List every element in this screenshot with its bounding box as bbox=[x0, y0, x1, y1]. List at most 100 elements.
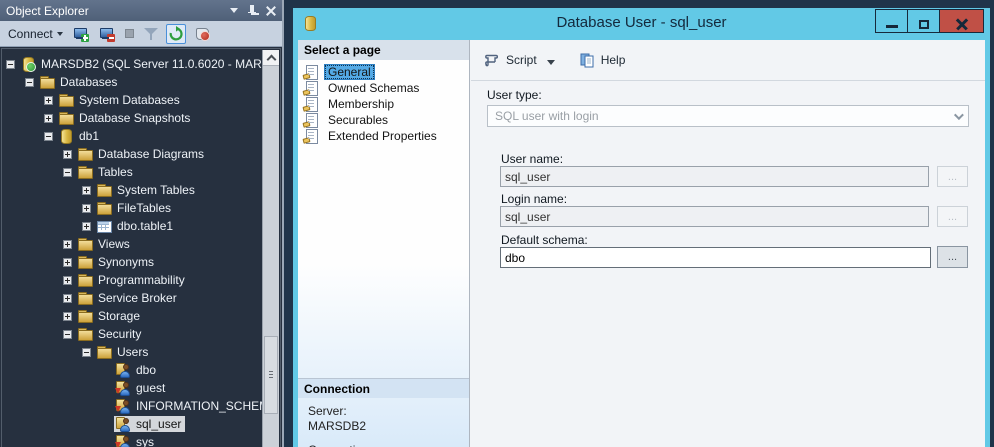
tree-item-label: Synonyms bbox=[98, 255, 154, 269]
tree-item[interactable]: Programmability bbox=[2, 271, 280, 289]
page-item[interactable]: Membership bbox=[298, 96, 469, 112]
maximize-button[interactable] bbox=[907, 9, 940, 33]
tree-item-icon bbox=[58, 93, 74, 107]
expander-icon[interactable] bbox=[63, 168, 72, 177]
page-item[interactable]: General bbox=[298, 64, 469, 80]
tree-item-icon bbox=[39, 75, 55, 89]
user-type-value: SQL user with login bbox=[495, 109, 599, 123]
tree-item-icon bbox=[20, 57, 36, 71]
expander-icon[interactable] bbox=[6, 60, 15, 69]
refresh-button[interactable] bbox=[166, 24, 186, 44]
tree-item[interactable]: Storage bbox=[2, 307, 280, 325]
scroll-up-icon[interactable] bbox=[263, 50, 279, 66]
tree-item[interactable]: System Tables bbox=[2, 181, 280, 199]
maximize-icon bbox=[919, 20, 929, 29]
expander-icon[interactable] bbox=[44, 132, 53, 141]
expander-icon[interactable] bbox=[44, 96, 53, 105]
tree-item[interactable]: guest bbox=[2, 379, 280, 397]
page-item[interactable]: Owned Schemas bbox=[298, 80, 469, 96]
expander-icon[interactable] bbox=[63, 150, 72, 159]
user-name-input[interactable] bbox=[500, 166, 929, 187]
tree-item-label: Storage bbox=[98, 309, 140, 323]
page-item[interactable]: Extended Properties bbox=[298, 128, 469, 144]
expander-icon[interactable] bbox=[63, 294, 72, 303]
connection-info: Server: MARSDB2 Connection: bbox=[308, 404, 372, 447]
script-button[interactable]: Script bbox=[479, 48, 541, 72]
expander-icon[interactable] bbox=[63, 312, 72, 321]
pin-icon[interactable] bbox=[247, 5, 257, 17]
tree-item[interactable]: Database Snapshots bbox=[2, 109, 280, 127]
tree-item[interactable]: Users bbox=[2, 343, 280, 361]
default-schema-input[interactable] bbox=[500, 247, 931, 268]
close-icon[interactable] bbox=[266, 6, 276, 16]
disconnect-server-button[interactable] bbox=[97, 23, 117, 45]
tree-item[interactable]: db1 bbox=[2, 127, 280, 145]
tree-item-icon bbox=[77, 255, 93, 269]
tree-item-icon bbox=[58, 129, 74, 143]
tree-item[interactable]: FileTables bbox=[2, 199, 280, 217]
object-explorer-tree: MARSDB2 (SQL Server 11.0.6020 - MARSD Da… bbox=[1, 48, 281, 447]
connect-button[interactable]: Connect bbox=[6, 23, 65, 45]
tree-item-icon bbox=[77, 237, 93, 251]
tree-item[interactable]: Database Diagrams bbox=[2, 145, 280, 163]
tree-item[interactable]: MARSDB2 (SQL Server 11.0.6020 - MARSD bbox=[2, 55, 280, 73]
tree-item[interactable]: Databases bbox=[2, 73, 280, 91]
expander-icon[interactable] bbox=[82, 204, 91, 213]
tree-item[interactable]: sys bbox=[2, 433, 280, 447]
connect-server-icon bbox=[73, 26, 89, 42]
tree-item[interactable]: System Databases bbox=[2, 91, 280, 109]
tree-item[interactable]: Synonyms bbox=[2, 253, 280, 271]
minimize-icon bbox=[886, 25, 898, 28]
login-name-browse-button[interactable]: ... bbox=[937, 206, 968, 227]
tree-item-label: db1 bbox=[79, 129, 99, 143]
help-button[interactable]: Help bbox=[575, 48, 630, 72]
tree-item-icon bbox=[77, 165, 93, 179]
close-button[interactable] bbox=[939, 9, 984, 33]
page-icon bbox=[303, 129, 319, 143]
tree-item[interactable]: sql_user bbox=[2, 415, 280, 433]
expander-icon[interactable] bbox=[63, 330, 72, 339]
tree-item[interactable]: Service Broker bbox=[2, 289, 280, 307]
tree-item[interactable]: dbo.table1 bbox=[2, 217, 280, 235]
script-error-button[interactable] bbox=[192, 23, 212, 45]
tree-item[interactable]: Security bbox=[2, 325, 280, 343]
tree-item-label: System Databases bbox=[79, 93, 180, 107]
default-schema-browse-button[interactable]: ... bbox=[937, 246, 968, 268]
script-dropdown-button[interactable] bbox=[541, 49, 561, 72]
object-explorer-title: Object Explorer bbox=[6, 4, 89, 18]
window-position-icon[interactable] bbox=[230, 8, 238, 13]
refresh-icon bbox=[168, 26, 184, 42]
user-type-combobox[interactable]: SQL user with login bbox=[487, 105, 969, 127]
login-name-input[interactable] bbox=[500, 206, 929, 227]
tree-item-label: Database Snapshots bbox=[79, 111, 190, 125]
expander-icon[interactable] bbox=[82, 186, 91, 195]
page-item[interactable]: Securables bbox=[298, 112, 469, 128]
dialog-content: Script Help User type: bbox=[471, 40, 985, 447]
minimize-button[interactable] bbox=[875, 9, 908, 33]
tree-item[interactable]: Views bbox=[2, 235, 280, 253]
disconnect-server-icon bbox=[99, 26, 115, 42]
tree-item-icon bbox=[96, 183, 112, 197]
stop-button[interactable] bbox=[123, 23, 136, 45]
expander-icon[interactable] bbox=[25, 78, 34, 87]
tree-item-label: INFORMATION_SCHEM bbox=[136, 399, 269, 413]
expander-icon[interactable] bbox=[63, 240, 72, 249]
expander-icon[interactable] bbox=[44, 114, 53, 123]
object-explorer-titlebar: Object Explorer bbox=[0, 0, 282, 21]
tree-item[interactable]: dbo bbox=[2, 361, 280, 379]
scrollbar-thumb[interactable] bbox=[264, 336, 278, 414]
expander-icon[interactable] bbox=[82, 348, 91, 357]
expander-icon[interactable] bbox=[63, 258, 72, 267]
script-error-icon bbox=[194, 26, 210, 41]
expander-icon[interactable] bbox=[82, 222, 91, 231]
tree-scrollbar[interactable] bbox=[262, 50, 279, 447]
dialog-body: Select a page General Owned Schemas bbox=[298, 40, 985, 447]
tree-item[interactable]: INFORMATION_SCHEM bbox=[2, 397, 280, 415]
filter-button[interactable] bbox=[142, 23, 160, 45]
tree-item[interactable]: Tables bbox=[2, 163, 280, 181]
connect-server-button[interactable] bbox=[71, 23, 91, 45]
tree-item-icon bbox=[77, 291, 93, 305]
dialog-titlebar[interactable]: Database User - sql_user bbox=[293, 8, 990, 40]
user-name-browse-button[interactable]: ... bbox=[937, 166, 968, 187]
expander-icon[interactable] bbox=[63, 276, 72, 285]
